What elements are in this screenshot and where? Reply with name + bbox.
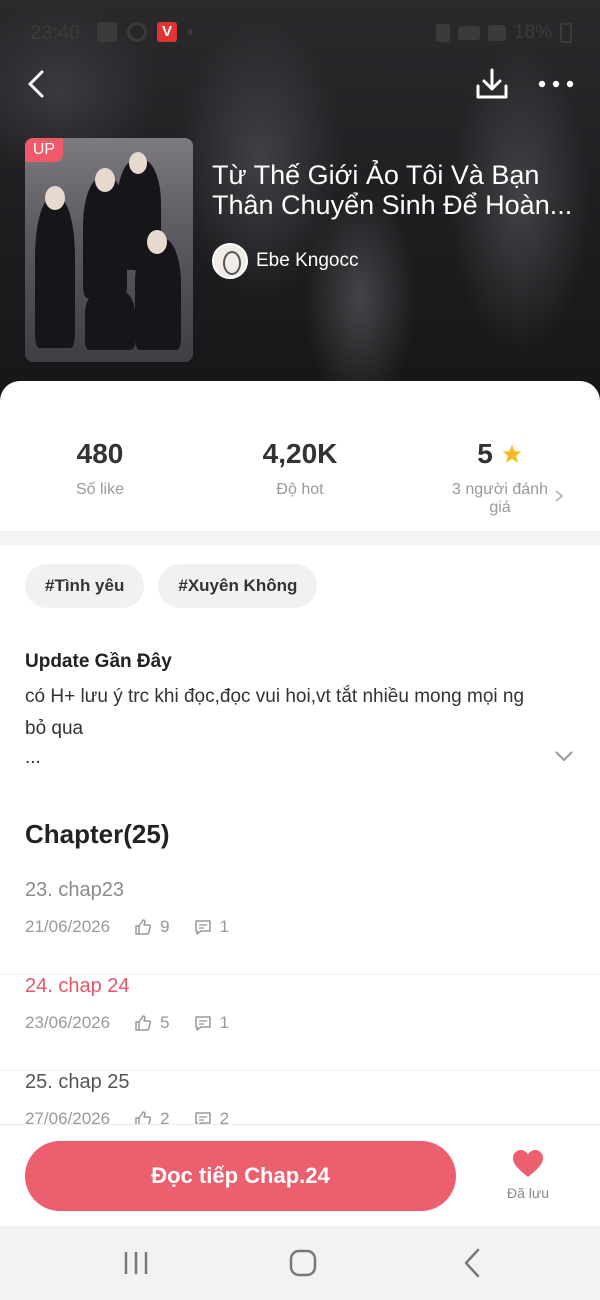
more-icon[interactable] (536, 70, 576, 98)
alarm-icon (435, 24, 450, 42)
battery-icon (560, 23, 572, 43)
chapter-title: 23. chap23 (25, 879, 124, 901)
cover-figure (135, 238, 181, 350)
cover-face (95, 168, 115, 192)
wifi-icon (457, 26, 480, 40)
up-badge: UP (25, 138, 63, 162)
hero-header: 23:40 V 18% UP Từ Thế Giới Ảo Tôi Và Bạn… (0, 0, 600, 400)
chapter-comments: 1 (219, 917, 230, 936)
book-cover[interactable]: UP (25, 138, 193, 362)
tag-list: #Tình yêu #Xuyên Không (25, 564, 318, 608)
likes-label: Số like (75, 481, 125, 498)
like-icon (135, 1015, 152, 1031)
chapter-title: 25. chap 25 (25, 1071, 130, 1093)
hot-count: 4,20K (262, 438, 338, 469)
stat-rating[interactable]: 5 3 người đánh giá (400, 437, 600, 517)
chapter-likes: 9 (160, 917, 170, 936)
comment-icon (194, 920, 211, 935)
avatar (212, 243, 248, 279)
more-notifications-icon (187, 29, 193, 35)
update-heading: Update Gần Đây (25, 651, 172, 672)
chapter-item[interactable]: 23. chap23 21/06/2026 9 1 (0, 879, 600, 975)
download-icon[interactable] (474, 66, 510, 102)
chevron-right-icon[interactable] (552, 489, 566, 503)
author[interactable]: Ebe Kngocc (212, 243, 358, 279)
hot-label: Độ hot (276, 481, 324, 498)
star-icon (502, 444, 521, 463)
book-title-line-1: Từ Thế Giới Ảo Tôi Và Bạn (212, 160, 540, 190)
rating-label-line-1: 3 người đánh (452, 481, 548, 498)
saved-label: Đã lưu (506, 1185, 550, 1201)
like-icon (135, 919, 152, 935)
stat-hot: 4,20K Độ hot (200, 437, 400, 499)
stats-row: 480 Số like 4,20K Độ hot 5 3 người đánh … (0, 381, 600, 531)
chapter-date: 23/06/2026 (25, 1013, 111, 1032)
cover-figure (85, 288, 135, 350)
cover-face (45, 186, 65, 210)
cover-face (129, 152, 147, 174)
chapter-title: 24. chap 24 (25, 975, 130, 997)
chevron-down-icon[interactable] (553, 749, 575, 763)
sync-icon (127, 22, 147, 42)
recents-icon[interactable] (116, 1246, 156, 1280)
signal-icon (487, 25, 506, 41)
book-title-line-2: Thân Chuyển Sinh Để Hoàn... (212, 190, 573, 220)
chapter-likes: 5 (160, 1013, 170, 1032)
home-icon[interactable] (283, 1246, 323, 1280)
chapter-meta: 23/06/2026 5 1 (25, 1013, 229, 1033)
rating-label-line-2: giá (489, 499, 511, 516)
bottom-action-bar: Đọc tiếp Chap.24 Đã lưu (0, 1124, 600, 1226)
battery-percent: 18% (513, 22, 552, 43)
book-title: Từ Thế Giới Ảo Tôi Và Bạn Thân Chuyển Si… (212, 160, 582, 220)
details-sheet: 480 Số like 4,20K Độ hot 5 3 người đánh … (0, 381, 600, 1226)
chapters-heading: Chapter(25) (25, 819, 170, 849)
back-icon[interactable] (22, 66, 52, 102)
app-v-icon: V (157, 22, 177, 42)
rating-score: 5 (477, 438, 493, 469)
notification-icons: V (97, 22, 193, 42)
status-bar: 23:40 V 18% (0, 0, 600, 64)
cover-figure (35, 198, 75, 348)
continue-reading-button[interactable]: Đọc tiếp Chap.24 (25, 1141, 456, 1211)
nav-back-icon[interactable] (452, 1246, 492, 1280)
chapter-date: 21/06/2026 (25, 917, 111, 936)
status-right: 18% (435, 22, 572, 44)
author-name: Ebe Kngocc (256, 250, 359, 271)
section-divider (0, 531, 600, 545)
rating-score-row: 5 (400, 437, 600, 471)
cover-face (147, 230, 167, 254)
saved-button[interactable]: Đã lưu (500, 1149, 556, 1201)
comment-icon (194, 1016, 211, 1031)
likes-count: 480 (76, 438, 124, 469)
chapter-item[interactable]: 24. chap 24 23/06/2026 5 1 (0, 975, 600, 1071)
update-ellipsis: ... (25, 747, 41, 768)
chapter-comments: 1 (219, 1013, 230, 1032)
chapter-meta: 21/06/2026 9 1 (25, 917, 229, 937)
tag-time-travel[interactable]: #Xuyên Không (158, 564, 318, 608)
rating-label: 3 người đánh giá (400, 481, 600, 517)
update-text: có H+ lưu ý trc khi đọc,đọc vui hoi,vt t… (25, 686, 525, 739)
status-time: 23:40 (30, 22, 81, 44)
system-nav-bar (0, 1226, 600, 1300)
stat-likes: 480 Số like (0, 437, 200, 499)
heart-icon (513, 1150, 543, 1177)
gallery-icon (97, 22, 117, 42)
tag-love[interactable]: #Tình yêu (25, 564, 145, 608)
